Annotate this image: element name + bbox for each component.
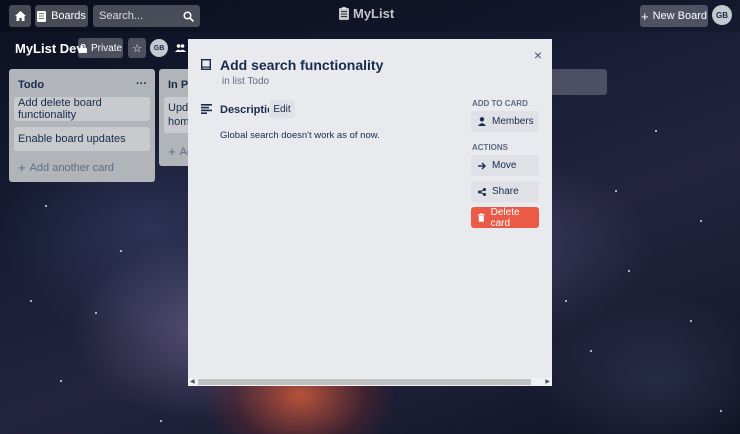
search-icon xyxy=(183,10,194,22)
edit-description-button[interactable]: Edit xyxy=(269,100,295,118)
app-name: MyList xyxy=(353,6,395,21)
card-item[interactable]: Enable board updates xyxy=(14,127,150,151)
actions-heading: ACTIONS xyxy=(472,143,508,152)
description-text[interactable]: Global search doesn't work as of now. xyxy=(220,130,380,141)
members-button[interactable]: Members xyxy=(471,111,539,132)
app-logo[interactable]: MyList xyxy=(339,6,394,21)
trash-icon xyxy=(478,213,485,222)
share-icon xyxy=(478,187,486,196)
person-icon xyxy=(478,117,486,126)
list-todo: Todo ··· Add delete board functionality … xyxy=(9,69,155,182)
card-icon xyxy=(201,59,211,70)
card-detail-modal: × Add search functionality in list Todo … xyxy=(188,39,552,386)
member-avatar[interactable]: GB xyxy=(150,39,168,57)
boards-button[interactable]: Boards xyxy=(35,5,88,27)
move-label: Move xyxy=(492,160,517,171)
add-list-button[interactable] xyxy=(545,69,607,95)
members-label: Members xyxy=(492,116,534,127)
new-board-label: New Board xyxy=(652,10,707,22)
star-button[interactable]: ☆ xyxy=(128,38,146,58)
boards-icon xyxy=(37,10,47,22)
list-menu-button[interactable]: ··· xyxy=(136,78,147,90)
home-icon xyxy=(14,11,26,21)
new-board-button[interactable]: + New Board xyxy=(640,5,708,27)
list-title[interactable]: Todo xyxy=(18,79,44,91)
horizontal-scrollbar[interactable]: ◀ ▶ xyxy=(188,378,552,386)
scrollbar-thumb[interactable] xyxy=(198,379,531,385)
plus-icon: + xyxy=(168,144,176,159)
search-placeholder: Search... xyxy=(99,10,144,22)
team-button[interactable] xyxy=(172,38,188,58)
arrow-right-icon xyxy=(478,162,486,169)
visibility-button[interactable]: Private xyxy=(78,38,123,58)
team-icon xyxy=(174,44,186,52)
close-button[interactable]: × xyxy=(534,47,542,63)
plus-icon: + xyxy=(18,160,26,175)
visibility-label: Private xyxy=(90,42,123,54)
scroll-left-arrow-icon[interactable]: ◀ xyxy=(190,378,195,386)
share-button[interactable]: Share xyxy=(471,181,539,202)
move-button[interactable]: Move xyxy=(471,155,539,176)
delete-card-button[interactable]: Delete card xyxy=(471,206,539,229)
add-card-label: Add another card xyxy=(29,161,114,174)
scroll-right-arrow-icon[interactable]: ▶ xyxy=(545,378,550,386)
logo-icon xyxy=(339,7,349,20)
lock-icon xyxy=(78,43,87,53)
home-button[interactable] xyxy=(9,5,31,27)
board-title[interactable]: MyList Dev xyxy=(15,41,84,56)
share-label: Share xyxy=(492,186,519,197)
card-item[interactable]: Add delete board functionality xyxy=(14,97,150,121)
add-card-button[interactable]: + Add another card xyxy=(18,161,114,174)
card-list-reference: in list Todo xyxy=(222,76,270,87)
card-title[interactable]: Add search functionality xyxy=(220,57,383,73)
search-input[interactable]: Search... xyxy=(93,5,200,27)
star-icon: ☆ xyxy=(132,42,142,55)
boards-label: Boards xyxy=(51,10,86,22)
plus-icon: + xyxy=(640,8,649,24)
description-icon xyxy=(201,104,212,114)
top-bar: Boards Search... MyList + New Board GB xyxy=(0,0,740,32)
add-to-card-heading: ADD TO CARD xyxy=(472,99,528,108)
delete-card-label: Delete card xyxy=(490,206,520,229)
user-avatar[interactable]: GB xyxy=(712,5,732,25)
